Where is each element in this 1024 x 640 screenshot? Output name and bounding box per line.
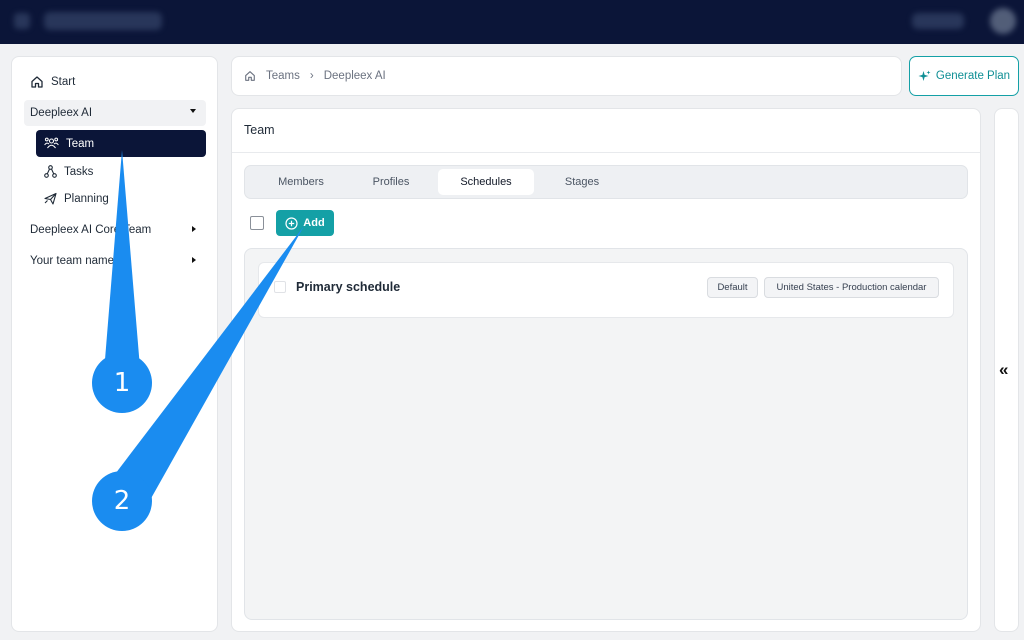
callout-number-2: 2 (113, 486, 131, 516)
callout-arrows (92, 150, 304, 531)
callout-number-1: 1 (113, 368, 131, 398)
callout-pointer-1 (104, 150, 140, 372)
